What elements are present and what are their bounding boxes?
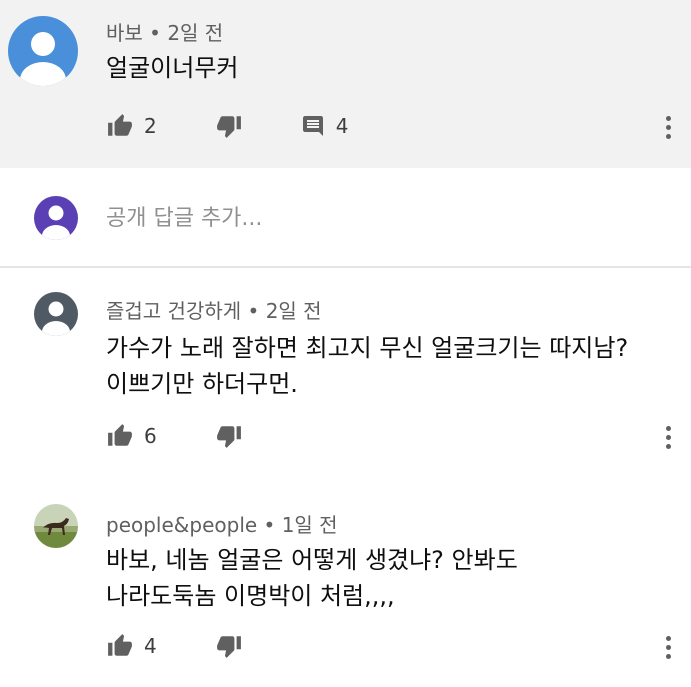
more-vert-icon[interactable] (663, 116, 673, 142)
more-vert-icon[interactable] (663, 426, 673, 452)
like-button[interactable]: 2 (106, 113, 157, 139)
comment-actions: 6 (106, 420, 243, 452)
dislike-button[interactable] (215, 633, 243, 659)
avatar[interactable] (8, 16, 78, 86)
comment-time[interactable]: 2일 전 (266, 299, 322, 323)
comment-3: people&people • 1일 전 바보, 네놈 얼굴은 어떻게 생겼냐?… (0, 490, 691, 687)
thumbs-down-icon (216, 636, 241, 658)
add-comment-row (0, 168, 691, 268)
comment-text-line: 나라도둑놈 이명박이 처럼,,,, (106, 582, 395, 610)
comment-2: 즐겁고 건강하게 • 2일 전 가수가 노래 잘하면 최고지 무신 얼굴크기는 … (0, 268, 691, 468)
default-avatar-icon (34, 292, 78, 336)
meta-separator: • (149, 21, 161, 45)
default-avatar-icon (8, 16, 78, 86)
reply-count: 4 (335, 114, 349, 138)
dislike-button[interactable] (215, 423, 243, 449)
like-count: 2 (144, 114, 157, 138)
thumbs-down-icon (216, 426, 241, 448)
comment-text-line: 가수가 노래 잘하면 최고지 무신 얼굴크기는 따지남? (106, 334, 629, 362)
like-count: 4 (144, 634, 157, 658)
comment-text-line: 바보, 네놈 얼굴은 어떻게 생겼냐? 안봐도 (106, 546, 518, 574)
add-comment-input[interactable] (106, 200, 646, 236)
thumbs-down-icon (216, 116, 241, 138)
comment-author[interactable]: 즐겁고 건강하게 (106, 299, 241, 323)
reply-comment-icon (302, 116, 323, 136)
default-avatar-icon (34, 196, 78, 240)
comment-meta: 즐겁고 건강하게 • 2일 전 (106, 295, 322, 324)
comment-author[interactable]: 바보 (106, 21, 143, 45)
comment-author[interactable]: people&people (106, 513, 257, 537)
like-button[interactable]: 4 (106, 633, 157, 659)
comment-actions: 2 4 (106, 110, 348, 142)
comment-time[interactable]: 2일 전 (167, 21, 223, 45)
comment-meta: 바보 • 2일 전 (106, 17, 223, 46)
reply-button[interactable]: 4 (300, 114, 349, 138)
thumbs-up-icon (108, 424, 132, 446)
thumbs-up-icon (108, 634, 132, 656)
like-button[interactable]: 6 (106, 423, 157, 449)
more-vert-icon[interactable] (663, 636, 673, 662)
comment-1: 바보 • 2일 전 얼굴이너무커 2 4 (0, 0, 691, 168)
comment-actions: 4 (106, 630, 243, 662)
comment-text: 가수가 노래 잘하면 최고지 무신 얼굴크기는 따지남? 이쁘기만 하더구먼. (106, 330, 628, 402)
horse-photo-avatar-icon (34, 504, 78, 548)
avatar[interactable] (34, 292, 78, 336)
avatar[interactable] (34, 504, 78, 548)
comment-text: 얼굴이너무커 (106, 50, 238, 86)
meta-separator: • (247, 299, 260, 323)
user-avatar (34, 196, 78, 240)
comment-time[interactable]: 1일 전 (282, 513, 338, 537)
thumbs-up-icon (108, 114, 132, 136)
comment-text: 바보, 네놈 얼굴은 어떻게 생겼냐? 안봐도 나라도둑놈 이명박이 처럼,,,… (106, 542, 518, 614)
comment-text-line: 얼굴이너무커 (106, 54, 239, 82)
dislike-button[interactable] (215, 113, 243, 139)
like-count: 6 (144, 424, 157, 448)
comment-text-line: 이쁘기만 하더구먼. (106, 370, 298, 398)
comment-meta: people&people • 1일 전 (106, 509, 338, 538)
meta-separator: • (263, 513, 276, 537)
